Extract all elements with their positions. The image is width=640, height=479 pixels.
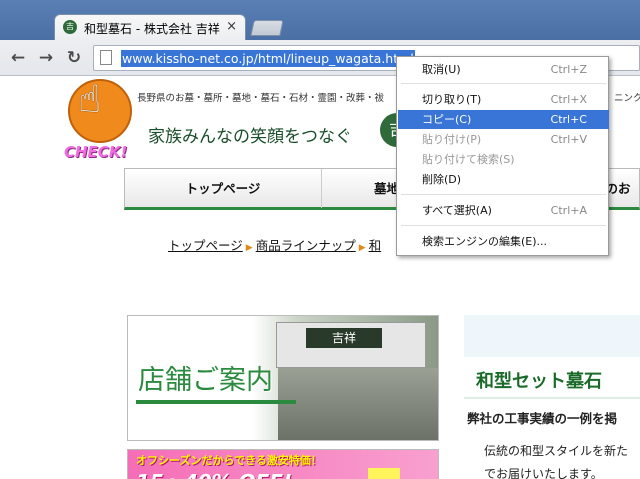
browser-titlebar: 吉 和型墓石 - 株式会社 吉祥 × — [0, 0, 640, 40]
new-tab-button[interactable] — [250, 20, 284, 36]
breadcrumb-lineup[interactable]: 商品ラインナップ — [256, 238, 356, 253]
menu-item-label: すべて選択(A) — [422, 204, 492, 217]
menu-item-label: 貼り付けて検索(S) — [422, 153, 515, 166]
breadcrumb-top[interactable]: トップページ — [168, 238, 243, 253]
reload-icon[interactable]: ↻ — [64, 48, 84, 68]
shop-lot-image — [278, 368, 438, 440]
breadcrumb-current[interactable]: 和 — [369, 238, 382, 253]
menu-item-cut[interactable]: 切り取り(T) Ctrl+X — [398, 90, 609, 109]
menu-item-delete[interactable]: 削除(D) — [398, 170, 609, 189]
shop-sign: 吉祥 — [306, 328, 382, 348]
tab-title: 和型墓石 - 株式会社 吉祥 — [84, 22, 220, 36]
menu-separator — [401, 194, 606, 195]
page-icon — [100, 50, 112, 65]
nav-item-top[interactable]: トップページ — [125, 169, 322, 208]
menu-item-label: 貼り付け(P) — [422, 133, 482, 146]
breadcrumb: トップページ ▶ 商品ラインナップ ▶ 和 — [168, 235, 381, 254]
check-badge[interactable]: ☝ CHECK! — [64, 77, 136, 165]
menu-item-undo[interactable]: 取消(U) Ctrl+Z — [398, 60, 609, 79]
menu-item-select-all[interactable]: すべて選択(A) Ctrl+A — [398, 201, 609, 220]
menu-item-shortcut: Ctrl+Z — [550, 63, 587, 76]
menu-item-edit-search-engines[interactable]: 検索エンジンの編集(E)... — [398, 232, 609, 251]
shop-banner-title: 店舗ご案内 — [138, 365, 273, 396]
menu-item-paste[interactable]: 貼り付け(P) Ctrl+V — [398, 130, 609, 149]
chevron-right-icon: ▶ — [245, 243, 253, 253]
back-arrow-icon[interactable]: ← — [8, 48, 28, 68]
menu-separator — [401, 83, 606, 84]
product-header-bg — [464, 315, 640, 357]
forward-arrow-icon[interactable]: → — [36, 48, 56, 68]
header-tagline: 長野県のお墓・墓所・墓地・墓石・石材・霊園・改葬・祓 — [137, 93, 385, 104]
shop-info-banner[interactable]: 吉祥 店舗ご案内 — [127, 315, 439, 441]
product-title: 和型セット墓石 — [476, 371, 602, 392]
menu-item-label: コピー(C) — [422, 113, 472, 126]
menu-item-label: 削除(D) — [422, 173, 462, 186]
product-lead: 弊社の工事実績の一例を掲 — [467, 411, 618, 426]
site-favicon-icon: 吉 — [63, 20, 77, 34]
chevron-right-icon: ▶ — [358, 243, 366, 253]
menu-item-shortcut: Ctrl+A — [550, 204, 587, 217]
shop-banner-underline — [136, 400, 296, 404]
menu-separator — [401, 225, 606, 226]
check-label: CHECK! — [64, 143, 128, 161]
browser-tab[interactable]: 吉 和型墓石 - 株式会社 吉祥 × — [54, 14, 246, 40]
site-slogan: 家族みんなの笑顔をつなぐ — [148, 127, 352, 147]
pointing-hand-icon: ☝ — [78, 77, 102, 121]
header-tagline-right: ニンク — [614, 93, 640, 104]
menu-item-label: 検索エンジンの編集(E)... — [422, 235, 548, 248]
menu-item-copy[interactable]: コピー(C) Ctrl+C — [398, 110, 609, 129]
promo-banner[interactable]: オフシーズンだからできる激安特価！ 15〜40% OFF! — [127, 449, 439, 479]
menu-item-label: 取消(U) — [422, 63, 461, 76]
menu-item-paste-search[interactable]: 貼り付けて検索(S) — [398, 150, 609, 169]
promo-badge — [368, 468, 400, 479]
product-divider — [464, 397, 640, 399]
product-description: 伝統の和型スタイルを新た — [484, 444, 629, 458]
menu-item-shortcut: Ctrl+C — [550, 113, 587, 126]
product-description: でお届けいたします。 — [484, 467, 603, 479]
menu-item-shortcut: Ctrl+V — [550, 133, 587, 146]
menu-item-shortcut: Ctrl+X — [550, 93, 587, 106]
close-tab-icon[interactable]: × — [226, 19, 237, 34]
url-text-selected[interactable]: www.kissho-net.co.jp/html/lineup_wagata.… — [121, 50, 415, 67]
context-menu: 取消(U) Ctrl+Z 切り取り(T) Ctrl+X コピー(C) Ctrl+C 貼… — [396, 56, 609, 256]
promo-discount: 15〜40% OFF! — [136, 466, 292, 479]
menu-item-label: 切り取り(T) — [422, 93, 482, 106]
